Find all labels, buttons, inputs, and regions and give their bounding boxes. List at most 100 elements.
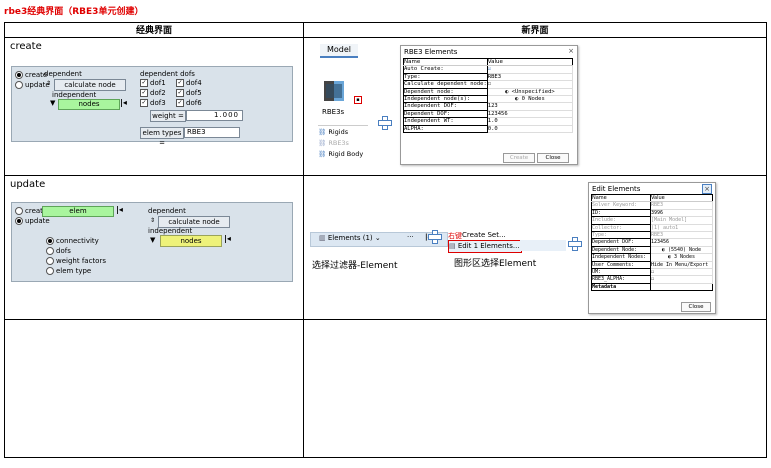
independent-label: independent [148,227,193,235]
table-row[interactable]: Independent Nodes: ◐ 3 Nodes [591,253,713,262]
radio-update[interactable]: update [15,217,50,225]
calculate-node-button[interactable]: calculate node [54,79,126,91]
header-new: 新界面 [303,22,767,38]
dof1-checkbox[interactable]: ✓ dof1 [140,79,166,87]
weight-field[interactable]: 1.000 [186,110,243,121]
weight-label: weight = [150,110,186,122]
table-row[interactable]: Metadata [591,282,713,292]
cell-update-new: ▥ Elements (1) ⌄ ··· |◂ 右键 Create Set...… [303,175,767,320]
table-row[interactable]: Dependent DOF: 123456 [403,109,574,119]
dropdown-arrow-icon[interactable]: ▼ [50,99,55,107]
page-title: rbe3经典界面（RBE3单元创建） [4,7,144,17]
dropdown-arrow-icon[interactable]: ▼ [150,236,155,244]
option-elem-type[interactable]: elem type [46,267,91,275]
reset-icon[interactable]: |◂ [116,205,123,214]
table-row[interactable]: ID: 3996 [591,208,713,218]
dependent-dofs-label: dependent dofs [140,70,195,78]
edit-elements-dialog: Edit Elements × Name Value Solver Keyword… [588,182,716,314]
table-row[interactable]: Calculate dependent node: ☐ [403,80,574,89]
dof6-checkbox[interactable]: ✓ dof6 [176,99,202,107]
dialog-title: RBE3 Elements [404,48,458,56]
toggle-icon[interactable]: ⇕ [46,80,51,87]
table-row[interactable]: RBE3_ALPHA: ☐ [591,275,713,284]
rbe3-highlight-icon: ▪ [354,96,362,104]
edit-icon: ▤ [449,242,458,250]
radio-update[interactable]: update [15,81,50,89]
tree-item-rbe3s[interactable]: ⛓ RBE3s [318,139,349,147]
model-tab[interactable]: Model [320,44,358,58]
rbe3-tree-icon: ⛓ [318,139,327,147]
col-name-header: Name [591,193,651,203]
table-row[interactable]: Type: RBE3 [403,72,574,82]
cell-empty-new [303,319,767,458]
plus-arrow-icon [378,116,392,130]
elem-types-field[interactable]: RBE3 [184,127,240,138]
menu-edit-elements[interactable]: ▤ Edit 1 Elements... [448,240,522,253]
table-row[interactable]: User Comments: Hide In Menu/Export [591,260,713,270]
tree-divider [318,125,368,126]
tree-item-rigids[interactable]: ⛓ Rigids [318,128,348,136]
nodes-selector[interactable]: nodes [58,99,120,110]
plus-arrow-icon [428,230,442,244]
option-dofs[interactable]: dofs [46,247,71,255]
dependent-label: dependent [44,70,82,78]
table-row[interactable]: Dependent Node: ◐ (5540) Node [591,245,713,255]
create-button[interactable]: Create [503,153,535,163]
table-row[interactable]: Auto Create: ☑ [403,65,574,74]
table-row[interactable]: Solver Keyword: RBE3 [591,201,713,210]
dof2-checkbox[interactable]: ✓ dof2 [140,89,166,97]
table-row[interactable]: Independent WT: 1.0 [403,117,574,126]
reset-icon[interactable]: |◂ [224,234,231,243]
cell-create-new: Model ▪ RBE3s ⛓ Rigids ⛓ RBE3s ⛓ Rigid B… [303,37,767,176]
rbe3-toolbar-label: RBE3s [322,108,345,116]
col-value-header: Value [486,57,574,67]
rbe3-elements-dialog: RBE3 Elements × Name Value Auto Create: ☑ … [400,45,578,165]
close-button[interactable]: Close [537,153,569,163]
reset-icon[interactable]: |◂ [120,98,127,107]
table-row[interactable]: UM: ☐ [591,268,713,277]
dof3-checkbox[interactable]: ✓ dof3 [140,99,166,107]
dof4-checkbox[interactable]: ✓ dof4 [176,79,202,87]
properties-table: Name Value Auto Create: ☑ Type: RBE3 Calcul… [403,57,574,134]
classic-create-panel: create update dependent ⇕ calculate node… [11,66,293,147]
tree-item-rigid-body[interactable]: ⛓ Rigid Body [318,150,363,158]
dof5-checkbox[interactable]: ✓ dof5 [176,89,202,97]
elements-icon: ▥ [319,234,326,242]
rigid-body-icon: ⛓ [318,150,327,158]
more-button[interactable]: ··· [407,233,414,241]
cell-update-classic: update create update elem |◂ dependent ⇕… [4,175,304,320]
table-row[interactable]: Independent node(s): ◐ 0 Nodes [403,95,574,104]
nodes-selector[interactable]: nodes [160,235,222,247]
plus-arrow-icon [568,237,582,251]
menu-create-set[interactable]: Create Set... [462,231,506,239]
table-row[interactable]: Type: RBE3 [591,231,713,240]
caption-right: 图形区选择Element [454,259,537,269]
close-icon[interactable]: × [568,47,574,55]
option-connectivity[interactable]: connectivity [46,237,99,245]
close-icon[interactable]: × [702,184,712,194]
table-row[interactable]: Independent DOF: 123 [403,102,574,111]
table-row[interactable]: Dependent node: ◐ <Unspecified> [403,87,574,97]
cell-empty-classic [4,319,304,458]
properties-table: Name Value Solver Keyword: RBE3 ID: 3996 In… [591,193,713,292]
chevron-down-icon: ⌄ [374,234,381,242]
table-row[interactable]: Dependent DOF: 123456 [591,238,713,247]
comparison-table: 经典界面 新界面 create create update dependent … [4,22,767,458]
col-value-header: Value [650,193,713,203]
toggle-icon[interactable]: ⇕ [150,217,155,224]
table-row[interactable]: Collector: (1) auto1 [591,223,713,233]
menu-highlight [520,240,566,251]
table-row[interactable]: ALPHA: 0.0 [403,124,574,134]
cell-create-classic: create create update dependent ⇕ calcula… [4,37,304,176]
row-label-create: create [10,41,42,52]
close-button[interactable]: Close [681,302,711,312]
rbe3-toolbar-icon[interactable] [322,78,346,106]
option-weight-factors[interactable]: weight factors [46,257,106,265]
row-label-update: update [10,179,46,190]
radio-create[interactable]: create [15,71,47,79]
elements-filter-button[interactable]: ▥ Elements (1) ⌄ [319,234,381,242]
header-classic: 经典界面 [4,22,304,38]
classic-update-panel: create update elem |◂ dependent ⇕ calcul… [11,202,293,282]
table-row[interactable]: Include: [Main Model] [591,216,713,225]
elem-selector[interactable]: elem [42,206,114,217]
